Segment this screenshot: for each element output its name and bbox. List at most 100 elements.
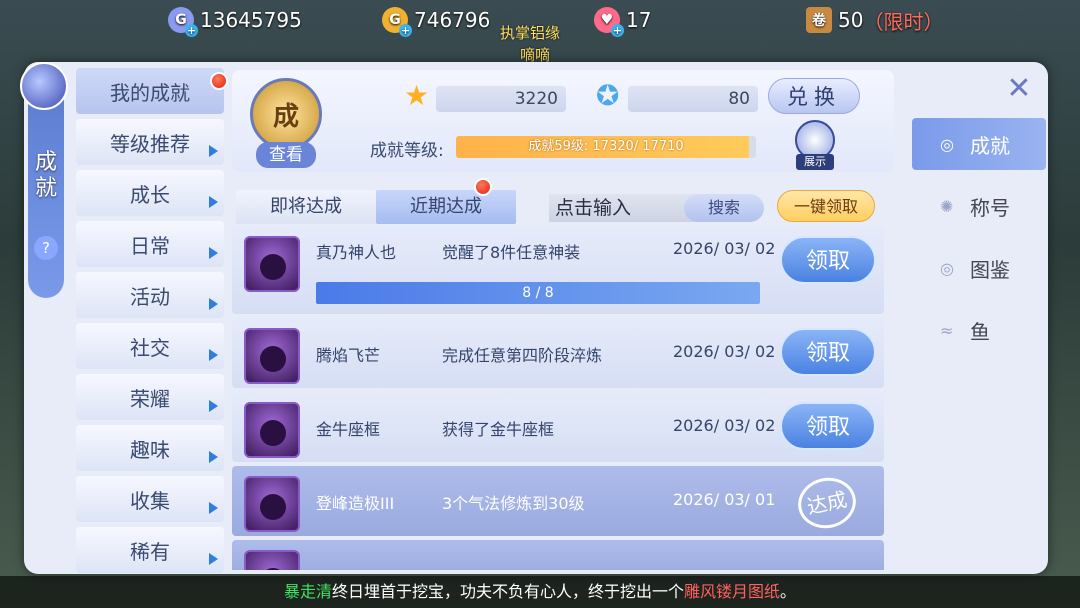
achievement-icon <box>244 476 300 532</box>
category-collection[interactable]: 收集 <box>76 476 224 522</box>
level-progress-text: 成就59级: 17320/ 17710 <box>528 139 684 154</box>
gold-coin-icon: G + <box>382 7 412 37</box>
limited-item[interactable]: 卷 50 （限时） <box>806 4 943 36</box>
laurel-badge-icon: 成 <box>250 78 322 150</box>
close-icon[interactable]: ✕ <box>1004 74 1034 104</box>
heart-icon: ♥ + <box>594 7 624 37</box>
triangle-right-icon <box>209 451 218 463</box>
category-rare[interactable]: 稀有 <box>76 527 224 573</box>
category-label: 活动 <box>130 284 170 309</box>
gold-amount: 746796 <box>414 8 491 32</box>
panel-title: 成就 <box>34 150 57 201</box>
ticker-text: 终日埋首于挖宝，功夫不负有心人，终于挖出一个 <box>331 582 684 601</box>
tab-codex[interactable]: ◎ 图鉴 <box>912 242 1046 294</box>
fish-icon: ≈ <box>940 321 954 340</box>
triangle-right-icon <box>209 196 218 208</box>
achievement-desc: 觉醒了8件任意神装 <box>442 243 581 262</box>
category-label: 成长 <box>130 182 170 207</box>
showcase-button[interactable]: 展示 <box>790 120 840 172</box>
star-points: 3220 <box>436 86 566 112</box>
ticker-end: 。 <box>780 582 797 601</box>
achievement-date: 2026/ 03/ 02 <box>673 416 776 435</box>
achievement-icon <box>244 236 300 292</box>
achievement-name: 腾焰飞芒 <box>316 346 381 365</box>
heart-amount: 17 <box>626 8 652 32</box>
diamond-amount: 13645795 <box>200 8 302 32</box>
list-item: 腾焰飞芒 完成任意第四阶段淬炼 2026/ 03/ 02 领取 <box>232 318 884 388</box>
tab-recent[interactable]: 近期达成 <box>376 190 516 224</box>
claim-button[interactable]: 领取 <box>780 236 876 284</box>
right-tab-label: 图鉴 <box>970 257 1010 282</box>
coins-icon: ◎ <box>940 135 954 154</box>
list-item: 登峰造极III 3个气法修炼到30级 2026/ 03/ 01 达成 <box>232 466 884 536</box>
achievement-icon <box>244 402 300 458</box>
claim-all-button[interactable]: 一键领取 <box>777 190 875 222</box>
ticker-item: 雕风镂月图纸 <box>684 582 781 601</box>
triangle-right-icon <box>209 145 218 157</box>
right-tab-label: 鱼 <box>970 319 990 344</box>
diamond-currency[interactable]: G + 13645795 <box>168 4 302 37</box>
notification-dot <box>474 178 492 196</box>
category-label: 荣耀 <box>130 386 170 411</box>
view-button[interactable]: 查看 <box>256 142 316 168</box>
claim-button[interactable]: 领取 <box>780 402 876 450</box>
category-label: 社交 <box>130 335 170 360</box>
category-level-recommend[interactable]: 等级推荐 <box>76 119 224 165</box>
heart-currency[interactable]: ♥ + 17 <box>594 4 652 37</box>
moon-icon <box>20 62 68 110</box>
achievement-name: 金牛座框 <box>316 420 381 439</box>
help-button[interactable]: ? <box>34 236 58 260</box>
right-tab-label: 成就 <box>970 133 1010 158</box>
right-tab-label: 称号 <box>970 195 1010 220</box>
triangle-right-icon <box>209 349 218 361</box>
limited-count: 50 <box>838 8 864 32</box>
exchange-button[interactable]: 兑换 <box>768 78 860 114</box>
tab-upcoming[interactable]: 即将达成 <box>236 190 376 224</box>
showcase-label: 展示 <box>796 154 834 170</box>
category-label: 日常 <box>130 233 170 258</box>
category-label: 收集 <box>130 488 170 513</box>
category-label: 趣味 <box>130 437 170 462</box>
achievement-list: 真乃神人也 觉醒了8件任意神装 2026/ 03/ 02 领取 8 / 8 腾焰… <box>232 226 886 570</box>
triangle-right-icon <box>209 502 218 514</box>
triangle-right-icon <box>209 400 218 412</box>
claim-button[interactable]: 领取 <box>780 328 876 376</box>
category-events[interactable]: 活动 <box>76 272 224 318</box>
level-progress-bar: 成就59级: 17320/ 17710 <box>456 136 756 158</box>
category-social[interactable]: 社交 <box>76 323 224 369</box>
category-label: 稀有 <box>130 539 170 564</box>
list-item: 真乃神人也 觉醒了8件任意神装 2026/ 03/ 02 领取 8 / 8 <box>232 226 884 314</box>
search-button[interactable]: 搜索 <box>684 194 764 222</box>
tab-achievements[interactable]: ◎ 成就 <box>912 118 1046 170</box>
scroll-icon: 卷 <box>806 7 832 33</box>
achievement-date: 2026/ 03/ 02 <box>673 239 776 258</box>
achievement-progress: 8 / 8 <box>316 282 760 304</box>
notification-dot <box>210 72 228 90</box>
achievement-icon <box>244 550 300 570</box>
list-item <box>232 540 884 570</box>
category-label: 等级推荐 <box>110 131 190 156</box>
category-honor[interactable]: 荣耀 <box>76 374 224 420</box>
emblem-icon: ✺ <box>940 197 954 216</box>
triangle-right-icon <box>209 298 218 310</box>
achievement-date: 2026/ 03/ 01 <box>673 490 776 509</box>
triangle-right-icon <box>209 553 218 565</box>
coins-icon: ◎ <box>940 259 954 278</box>
category-growth[interactable]: 成长 <box>76 170 224 216</box>
category-list: 我的成就 等级推荐 成长 日常 活动 社交 荣耀 趣味 收集 稀有 <box>76 68 228 578</box>
category-fun[interactable]: 趣味 <box>76 425 224 471</box>
gold-currency[interactable]: G + 746796 <box>382 4 491 37</box>
achievement-desc: 获得了金牛座框 <box>442 420 555 439</box>
tab-titles[interactable]: ✺ 称号 <box>912 180 1046 232</box>
ticker-player: 暴走清 <box>283 582 332 601</box>
list-item: 金牛座框 获得了金牛座框 2026/ 03/ 02 领取 <box>232 392 884 462</box>
tab-fish[interactable]: ≈ 鱼 <box>912 304 1046 356</box>
level-label: 成就等级: <box>370 141 444 161</box>
blue-star-icon: ✪ <box>596 79 620 112</box>
currency-bar: G + 13645795 G + 746796 ♥ + 17 卷 50 （限时） <box>0 0 1080 42</box>
broadcast-ticker: 暴走清终日埋首于挖宝，功夫不负有心人，终于挖出一个雕风镂月图纸。 <box>0 576 1080 608</box>
category-daily[interactable]: 日常 <box>76 221 224 267</box>
category-my-achievements[interactable]: 我的成就 <box>76 68 228 114</box>
side-banner: 成就 ? <box>20 62 68 298</box>
badge-points: 80 <box>628 86 758 112</box>
